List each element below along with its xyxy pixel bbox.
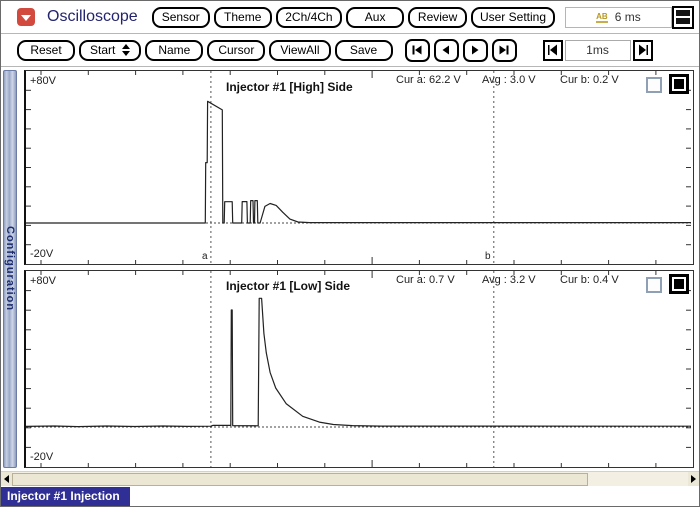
skip-to-start-button[interactable]: [404, 38, 430, 62]
configuration-tab-label: Configuration: [4, 226, 16, 312]
waveform: [26, 297, 691, 428]
reset-button[interactable]: Reset: [17, 39, 75, 61]
cursor-b-readout: Cur b: 0.2 V: [560, 74, 619, 86]
skip-start-icon: [412, 45, 422, 55]
plot-area: +80V -20V Injector #1 [High] Side Cur a:…: [24, 70, 694, 468]
viewall-button[interactable]: ViewAll: [269, 39, 331, 61]
waveform: [26, 100, 691, 224]
panel-title: Injector #1 [Low] Side: [226, 279, 351, 293]
scope-panel-low[interactable]: +80V -20V Injector #1 [Low] Side Cur a: …: [24, 270, 694, 468]
step-back-icon: [442, 45, 449, 55]
timebase-control: 1ms: [542, 39, 653, 61]
cursor-b-readout: Cur b: 0.4 V: [560, 274, 619, 286]
configuration-tab[interactable]: Configuration: [3, 70, 17, 468]
avg-readout: Avg : 3.0 V: [482, 74, 536, 86]
cursor-button[interactable]: Cursor: [207, 39, 266, 61]
channel-checkbox-checked[interactable]: [669, 274, 689, 294]
start-button-label: Start: [90, 43, 116, 57]
control-toolbar: Reset Start Name Cursor ViewAll Save 1ms: [1, 34, 699, 67]
step-forward-icon: [472, 45, 479, 55]
scope-grid-high: [26, 71, 691, 264]
y-max-label: +80V: [30, 75, 56, 87]
title-toolbar: Oscilloscope Sensor Theme 2Ch/4Ch Aux Re…: [1, 1, 699, 34]
review-button[interactable]: Review: [408, 6, 468, 28]
scrollbar-thumb[interactable]: [12, 472, 588, 486]
start-button[interactable]: Start: [79, 39, 142, 61]
skip-end-icon: [499, 45, 509, 55]
scroll-right-button[interactable]: [688, 472, 699, 486]
cursor-a-label: a: [202, 251, 208, 262]
name-button[interactable]: Name: [145, 39, 204, 61]
right-triangle-icon: [691, 475, 696, 483]
y-max-label: +80V: [30, 275, 56, 287]
cursor-time-display: AB 6 ms: [564, 6, 672, 28]
app-title: Oscilloscope: [47, 8, 138, 25]
right-arrow-icon: [638, 44, 648, 56]
stacked-panels-icon[interactable]: [671, 5, 694, 29]
sensor-button[interactable]: Sensor: [151, 6, 210, 28]
main-area: Configuration +80V -20V Injector #1 [Hig…: [1, 67, 699, 487]
oscilloscope-window: Oscilloscope Sensor Theme 2Ch/4Ch Aux Re…: [0, 0, 700, 507]
down-triangle-icon: [21, 14, 31, 21]
cursor-a-readout: Cur a: 0.7 V: [396, 274, 455, 286]
playback-controls: [401, 38, 517, 62]
cursor-b-label: b: [485, 251, 491, 262]
avg-readout: Avg : 3.2 V: [482, 274, 536, 286]
left-triangle-icon: [4, 475, 9, 483]
step-forward-button[interactable]: [462, 38, 488, 62]
skip-to-end-button[interactable]: [491, 38, 517, 62]
channel-checkbox-unchecked[interactable]: [646, 277, 662, 293]
y-min-label: -20V: [30, 248, 54, 260]
user-setting-button[interactable]: User Setting: [471, 6, 555, 28]
status-label: Injector #1 Injection: [1, 487, 130, 506]
scope-grid-low: [26, 271, 691, 467]
scope-panel-high[interactable]: +80V -20V Injector #1 [High] Side Cur a:…: [24, 70, 694, 265]
up-down-spinner-icon: [122, 44, 131, 56]
save-button[interactable]: Save: [334, 39, 393, 61]
timebase-increase-button[interactable]: [632, 39, 653, 61]
ab-cursor-icon: AB: [596, 11, 608, 23]
step-back-button[interactable]: [433, 38, 459, 62]
cursor-a-readout: Cur a: 62.2 V: [396, 74, 461, 86]
red-dropdown-icon[interactable]: [17, 8, 35, 26]
panel-title: Injector #1 [High] Side: [226, 80, 353, 94]
y-min-label: -20V: [30, 451, 54, 463]
scrollbar-track[interactable]: [588, 473, 688, 486]
theme-button[interactable]: Theme: [213, 6, 272, 28]
aux-button[interactable]: Aux: [346, 6, 405, 28]
horizontal-scrollbar[interactable]: [1, 471, 699, 486]
timebase-value: 1ms: [564, 39, 631, 61]
channel-checkbox-checked[interactable]: [669, 74, 689, 94]
channel-checkbox-unchecked[interactable]: [646, 77, 662, 93]
left-arrow-icon: [547, 44, 557, 56]
scroll-left-button[interactable]: [1, 472, 12, 486]
timebase-decrease-button[interactable]: [542, 39, 563, 61]
channel-mode-button[interactable]: 2Ch/4Ch: [275, 6, 343, 28]
status-bar: Injector #1 Injection: [1, 487, 699, 506]
cursor-time-value: 6 ms: [614, 10, 641, 24]
